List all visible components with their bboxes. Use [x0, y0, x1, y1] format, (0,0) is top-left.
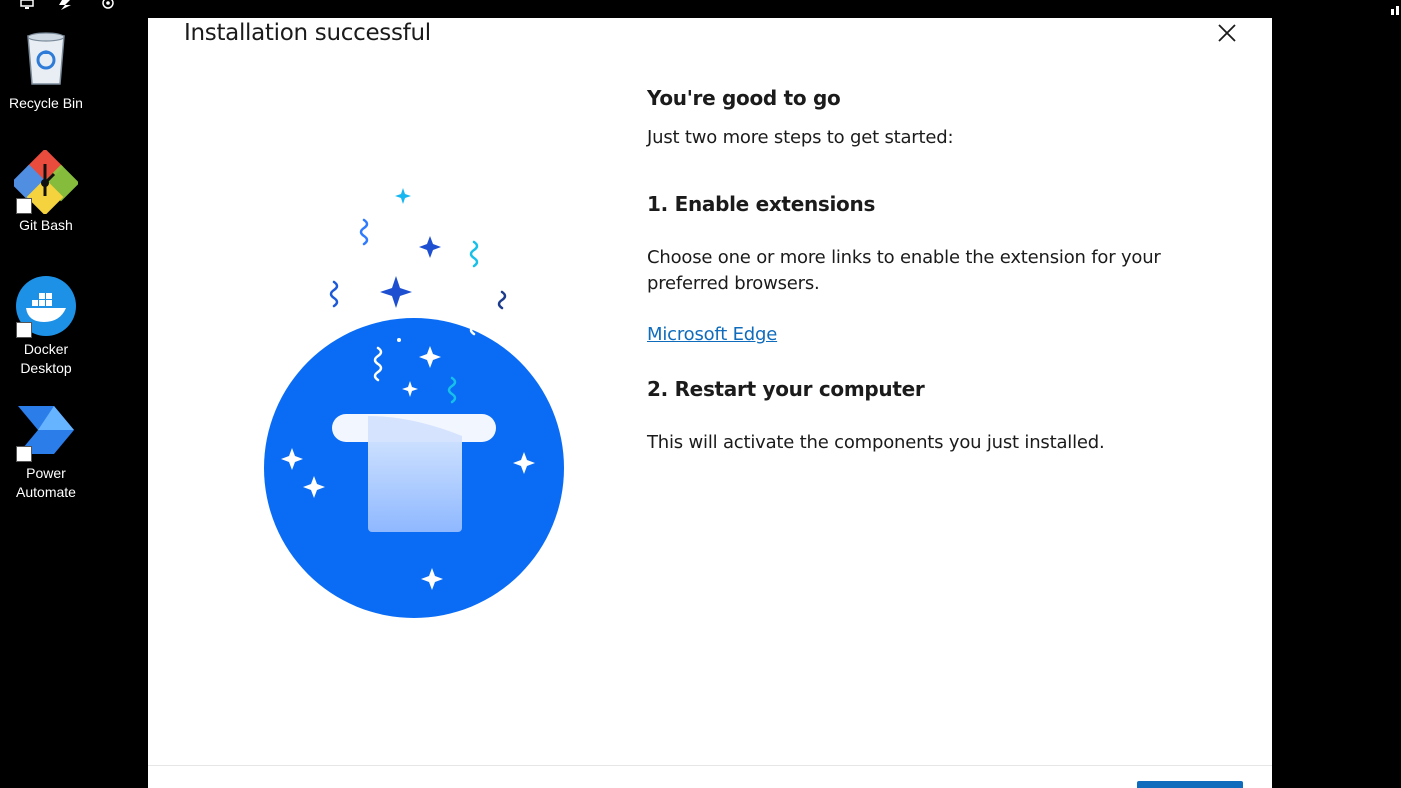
lightning-icon[interactable]: [56, 0, 76, 10]
docker-icon: [14, 274, 78, 338]
dialog-title: Installation successful: [184, 20, 431, 46]
settings-icon[interactable]: [99, 0, 117, 10]
heading-good-to-go: You're good to go: [647, 86, 841, 110]
desktop-icon-git-bash[interactable]: Git Bash: [0, 150, 92, 235]
git-bash-icon: [14, 150, 78, 214]
footer-divider: [148, 765, 1272, 766]
signal-icon: [1389, 2, 1401, 20]
close-button[interactable]: [1214, 20, 1240, 46]
success-illustration: [252, 178, 592, 628]
top-bar: [0, 0, 1401, 17]
recycle-bin-icon: [14, 28, 78, 92]
shortcut-arrow-icon: [16, 198, 32, 214]
desktop-icon-recycle-bin[interactable]: Recycle Bin: [0, 28, 92, 113]
desktop-icon-label: Recycle Bin: [9, 95, 83, 111]
close-icon[interactable]: [1214, 20, 1240, 46]
step1-title: 1. Enable extensions: [647, 192, 876, 216]
desktop-icon-label: Docker Desktop: [20, 341, 72, 376]
power-automate-icon: [14, 398, 78, 462]
desktop-icon-label: Git Bash: [19, 217, 73, 233]
desktop-icon-docker-desktop[interactable]: Docker Desktop: [0, 274, 92, 378]
desktop-icon-power-automate[interactable]: Power Automate: [0, 398, 92, 502]
shortcut-arrow-icon: [16, 446, 32, 462]
step2-title: 2. Restart your computer: [647, 377, 925, 401]
step2-description: This will activate the components you ju…: [647, 432, 1105, 453]
shortcut-arrow-icon: [16, 322, 32, 338]
step1-description: Choose one or more links to enable the e…: [647, 247, 1161, 294]
intro-text: Just two more steps to get started:: [647, 127, 954, 148]
primary-button[interactable]: [1137, 781, 1243, 788]
microsoft-edge-link[interactable]: Microsoft Edge: [647, 324, 777, 345]
installation-dialog: Installation successful You're good to g…: [148, 18, 1272, 788]
monitor-icon[interactable]: [18, 0, 38, 10]
desktop-icon-label: Power Automate: [16, 465, 76, 500]
